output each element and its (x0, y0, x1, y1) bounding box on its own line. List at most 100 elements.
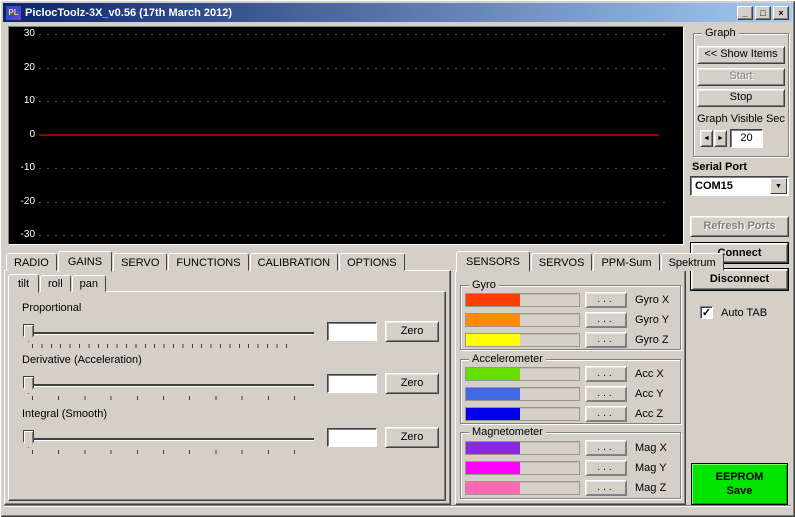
tab-gains[interactable]: GAINS (58, 251, 112, 272)
proportional-slider-track[interactable] (30, 332, 314, 334)
acc-x-bar-fill (466, 368, 520, 380)
integral-slider-track[interactable] (30, 438, 314, 440)
tab-tilt[interactable]: tilt (8, 274, 39, 293)
derivative-slider-thumb[interactable] (23, 376, 34, 394)
zero-line (39, 134, 659, 136)
tab-options[interactable]: OPTIONS (339, 253, 405, 271)
gyro-z-more-button[interactable]: ... (585, 332, 627, 348)
y-axis-tick: -10 (13, 162, 35, 174)
maximize-icon[interactable]: □ (755, 6, 771, 20)
y-axis-tick: 30 (13, 28, 35, 40)
spin-left-icon[interactable]: ◄ (700, 130, 713, 147)
eeprom-save-button[interactable]: EEPROM Save (691, 463, 788, 505)
visible-sec-value[interactable]: 20 (730, 129, 763, 148)
tab-calibration[interactable]: CALIBRATION (250, 253, 339, 271)
minimize-icon[interactable]: _ (737, 6, 753, 20)
mag-y-label: Mag Y (635, 462, 667, 474)
start-button[interactable]: Start (697, 68, 785, 86)
sensors-panel: Gyro ... Gyro X ... Gyro Y ... (455, 270, 686, 505)
gyro-x-label: Gyro X (635, 294, 669, 306)
acc-x-bar (465, 367, 580, 381)
slider-ticks (32, 344, 295, 348)
mag-x-bar (465, 441, 580, 455)
auto-tab-checkbox[interactable]: ✓ (700, 306, 713, 319)
tab-ppm-sum[interactable]: PPM-Sum (593, 253, 659, 271)
gyro-x-more-button[interactable]: ... (585, 292, 627, 308)
integral-zero-button[interactable]: Zero (385, 427, 439, 448)
tab-servos[interactable]: SERVOS (531, 253, 593, 271)
tab-servo[interactable]: SERVO (113, 253, 167, 271)
gridline (39, 168, 669, 169)
derivative-group: Derivative (Acceleration) Zero (9, 354, 445, 412)
title-bar[interactable]: PL PiclocToolz-3X_v0.56 (17th March 2012… (3, 3, 792, 22)
serial-port-value: COM15 (695, 180, 733, 192)
tab-spektrum[interactable]: Spektrum (661, 253, 724, 271)
tab-radio[interactable]: RADIO (6, 253, 57, 271)
refresh-ports-button[interactable]: Refresh Ports (690, 216, 789, 237)
y-axis-tick: 20 (13, 62, 35, 74)
acc-x-more-button[interactable]: ... (585, 366, 627, 382)
tab-functions[interactable]: FUNCTIONS (168, 253, 248, 271)
acc-x-label: Acc X (635, 368, 664, 380)
window-title: PiclocToolz-3X_v0.56 (17th March 2012) (25, 7, 735, 19)
gyro-groupbox: Gyro ... Gyro X ... Gyro Y ... (460, 285, 681, 350)
proportional-value-input[interactable] (327, 322, 377, 341)
disconnect-button[interactable]: Disconnect (691, 269, 788, 290)
gridline (39, 34, 669, 35)
acc-y-more-button[interactable]: ... (585, 386, 627, 402)
proportional-zero-button[interactable]: Zero (385, 321, 439, 342)
acc-z-label: Acc Z (635, 408, 663, 420)
mag-x-bar-fill (466, 442, 520, 454)
serial-port-combobox[interactable]: COM15 ▼ (690, 176, 789, 196)
gyro-group-label: Gyro (469, 279, 499, 291)
eeprom-save-line2: Save (692, 484, 787, 498)
integral-value-input[interactable] (327, 428, 377, 447)
graph-canvas: 30 20 10 0 -10 -20 -30 (8, 26, 684, 245)
show-items-button[interactable]: << Show Items (697, 46, 785, 64)
magnetometer-groupbox: Magnetometer ... Mag X ... Mag Y ... (460, 432, 681, 499)
mag-x-label: Mag X (635, 442, 667, 454)
mag-z-bar-fill (466, 482, 520, 494)
mag-y-more-button[interactable]: ... (585, 460, 627, 476)
chevron-down-icon[interactable]: ▼ (770, 178, 787, 194)
derivative-slider-track[interactable] (30, 384, 314, 386)
magnetometer-group-label: Magnetometer (469, 426, 546, 438)
accelerometer-groupbox: Accelerometer ... Acc X ... Acc Y ... (460, 359, 681, 424)
mag-z-bar (465, 481, 580, 495)
tab-roll[interactable]: roll (40, 275, 71, 292)
sensor-tab-bar: SENSORS SERVOS PPM-Sum Spektrum (456, 249, 725, 271)
proportional-slider-thumb[interactable] (23, 324, 34, 342)
app-window: PL PiclocToolz-3X_v0.56 (17th March 2012… (0, 0, 795, 517)
proportional-group: Proportional Zero (9, 302, 445, 360)
slider-ticks (32, 450, 295, 454)
gridline (39, 68, 669, 69)
stop-button[interactable]: Stop (697, 89, 785, 107)
gyro-y-more-button[interactable]: ... (585, 312, 627, 328)
tab-sensors[interactable]: SENSORS (456, 251, 530, 272)
gyro-z-bar (465, 333, 580, 347)
integral-slider-thumb[interactable] (23, 430, 34, 448)
acc-z-bar (465, 407, 580, 421)
y-axis-tick: -30 (13, 229, 35, 241)
axis-tab-bar: tilt roll pan (8, 272, 107, 292)
derivative-value-input[interactable] (327, 374, 377, 393)
gyro-y-bar-fill (466, 314, 520, 326)
close-icon[interactable]: × (773, 6, 789, 20)
gridline (39, 101, 669, 102)
derivative-zero-button[interactable]: Zero (385, 373, 439, 394)
gains-panel: tilt roll pan Proportional Zero Derivati… (4, 270, 451, 505)
y-axis-tick: 0 (13, 129, 35, 141)
gridline (39, 235, 669, 236)
gyro-y-bar (465, 313, 580, 327)
gyro-z-label: Gyro Z (635, 334, 669, 346)
mag-x-more-button[interactable]: ... (585, 440, 627, 456)
acc-y-bar (465, 387, 580, 401)
spin-right-icon[interactable]: ► (714, 130, 727, 147)
tab-pan[interactable]: pan (72, 275, 106, 292)
mag-z-more-button[interactable]: ... (585, 480, 627, 496)
slider-ticks (32, 396, 295, 400)
gyro-y-label: Gyro Y (635, 314, 669, 326)
main-tab-bar: RADIO GAINS SERVO FUNCTIONS CALIBRATION … (6, 249, 406, 271)
acc-y-label: Acc Y (635, 388, 664, 400)
acc-z-more-button[interactable]: ... (585, 406, 627, 422)
